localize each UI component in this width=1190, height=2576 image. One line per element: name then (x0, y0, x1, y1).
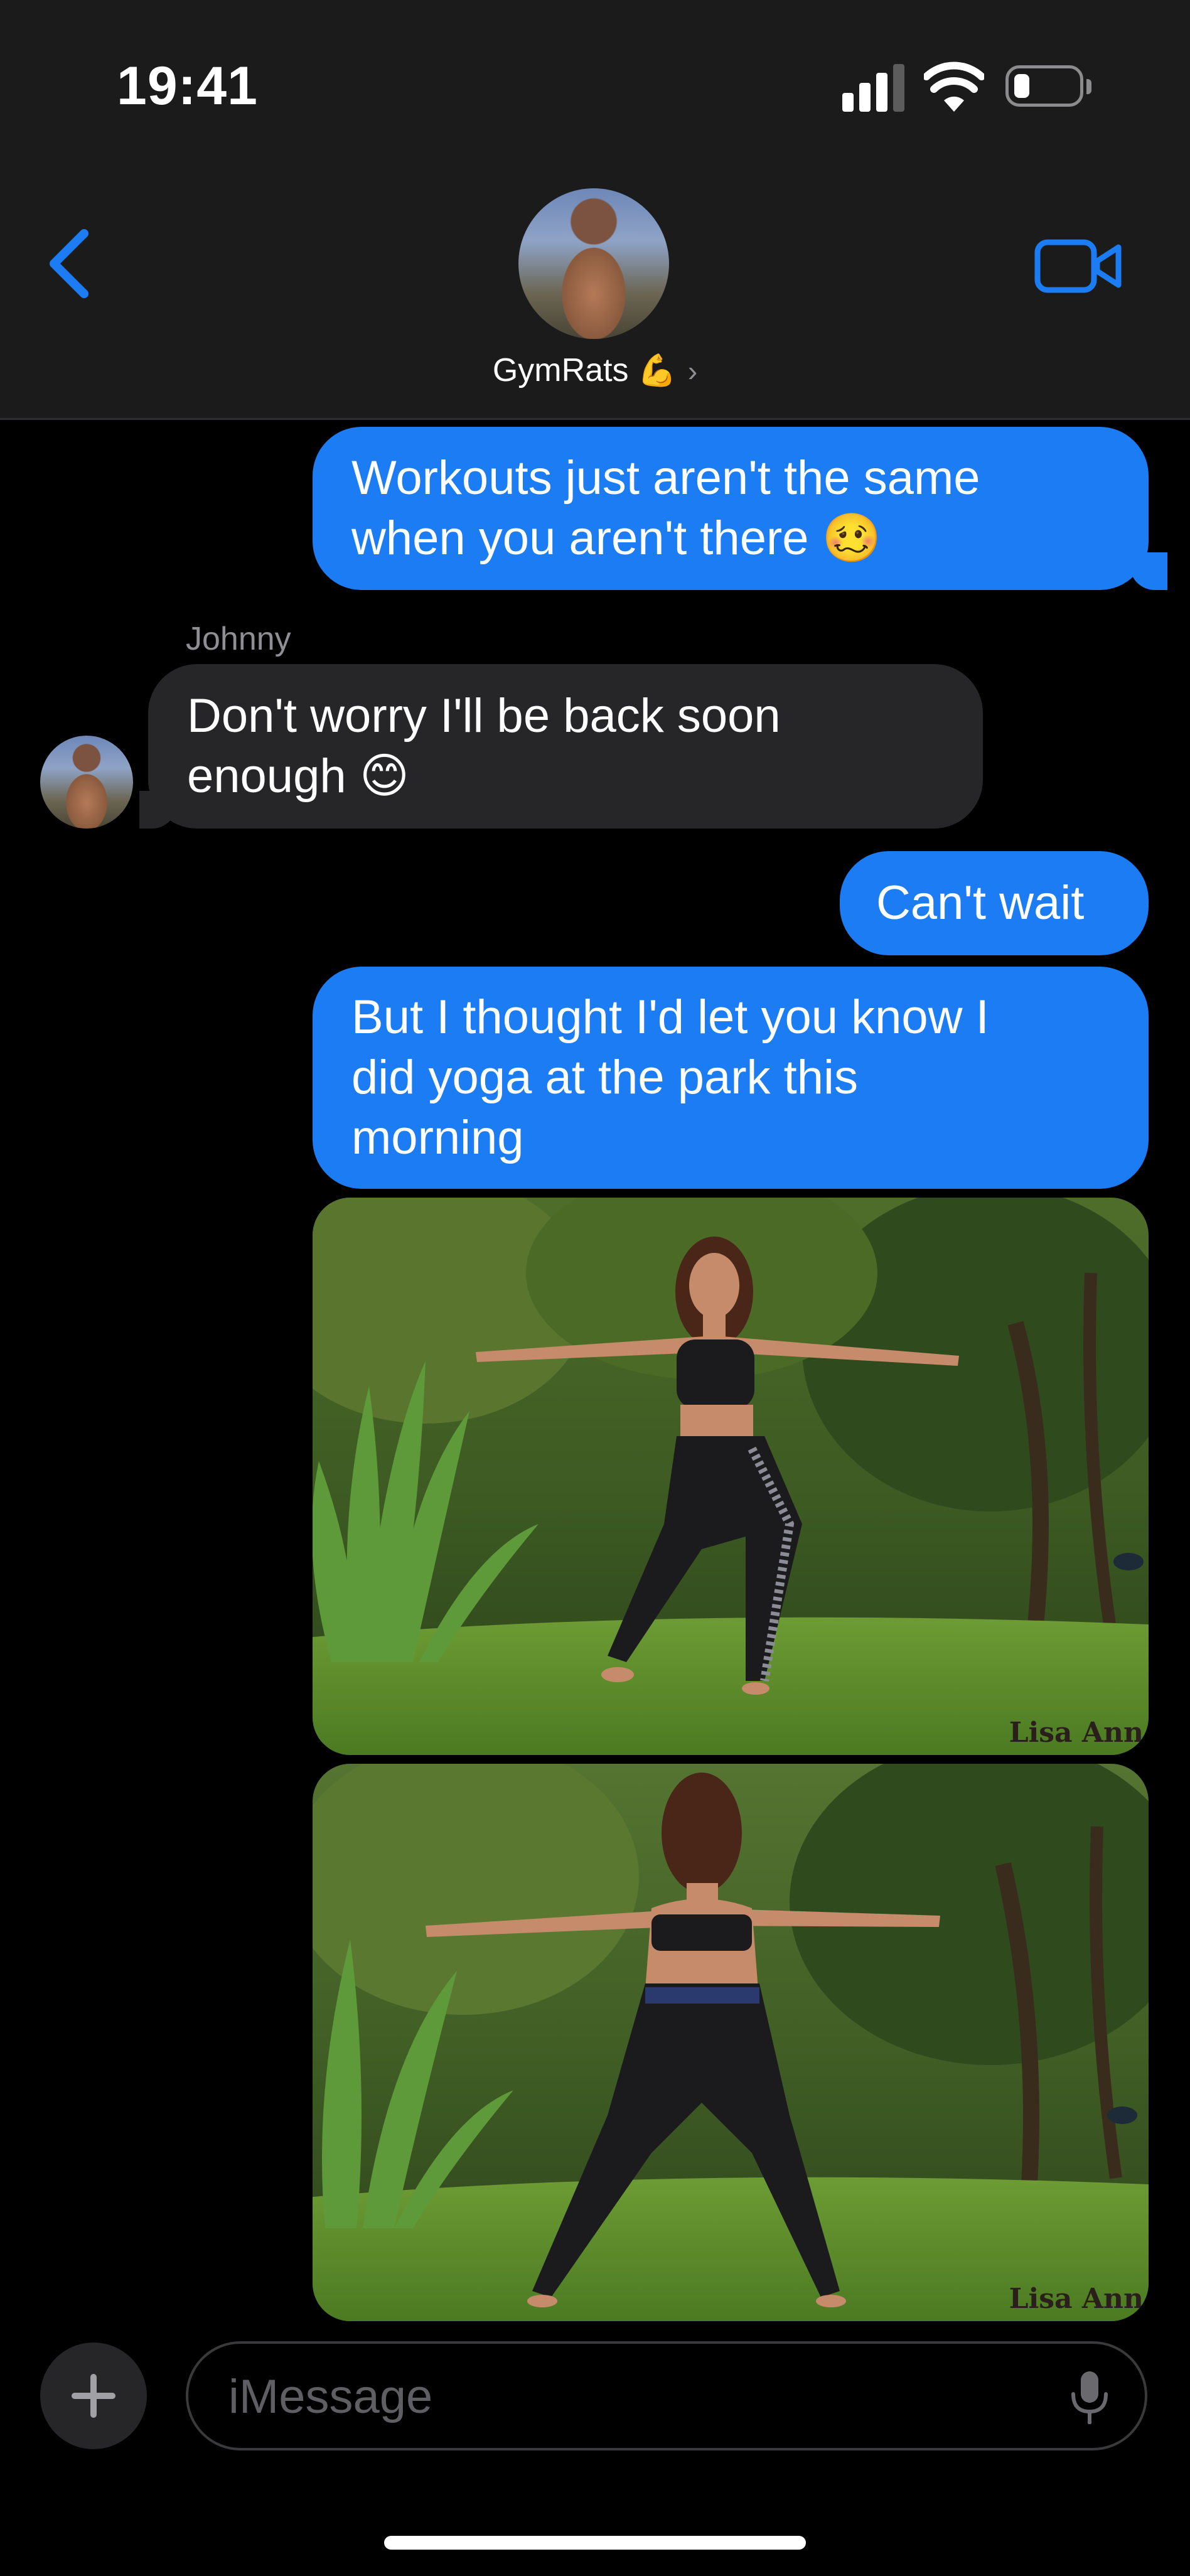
back-chevron-icon[interactable] (45, 227, 95, 300)
bubble-tail (1130, 552, 1167, 590)
sender-name: Johnny (186, 621, 291, 657)
conversation-header: 19:41 GymRats 💪 › (0, 0, 1190, 420)
incoming-message-bubble[interactable]: Don't worry I'll be back soon enough 😊 (148, 664, 983, 829)
group-avatar[interactable] (518, 188, 669, 339)
contact-avatar[interactable] (40, 736, 133, 829)
cellular-signal-icon (842, 64, 905, 112)
message-text: Workouts just aren't the same when you a… (351, 451, 980, 565)
photo-watermark: Lisa Ann (1009, 2283, 1144, 2315)
message-text: Don't worry I'll be back soon enough 😊 (187, 689, 781, 803)
chevron-right-icon: › (687, 355, 698, 387)
home-indicator[interactable] (384, 2536, 806, 2550)
photo-attachment[interactable]: Lisa Ann (313, 1764, 1149, 2321)
add-attachment-button[interactable] (40, 2343, 147, 2449)
yoga-photo-back (313, 1764, 1149, 2321)
message-compose-field[interactable] (186, 2341, 1147, 2450)
message-text: But I thought I'd let you know I did yog… (351, 990, 989, 1164)
group-name: GymRats (492, 352, 629, 389)
yoga-photo-front (313, 1198, 1149, 1755)
wifi-icon (924, 62, 984, 112)
flexed-biceps-emoji: 💪 (637, 353, 677, 388)
microphone-icon[interactable] (1071, 2370, 1108, 2424)
photo-watermark: Lisa Ann (1009, 1717, 1144, 1749)
photo-attachment[interactable]: Lisa Ann (313, 1198, 1149, 1755)
imessage-input[interactable] (227, 2344, 1046, 2449)
message-text: Can't wait (876, 876, 1085, 930)
outgoing-message-bubble[interactable]: Workouts just aren't the same when you a… (313, 427, 1149, 590)
status-time: 19:41 (117, 56, 258, 116)
plus-icon (72, 2374, 115, 2418)
battery-icon (1005, 65, 1091, 107)
outgoing-message-bubble[interactable]: But I thought I'd let you know I did yog… (313, 967, 1149, 1189)
video-camera-icon[interactable] (1034, 237, 1123, 295)
group-name-button[interactable]: GymRats 💪 › (0, 352, 1190, 389)
outgoing-message-bubble[interactable]: Can't wait (840, 851, 1149, 955)
